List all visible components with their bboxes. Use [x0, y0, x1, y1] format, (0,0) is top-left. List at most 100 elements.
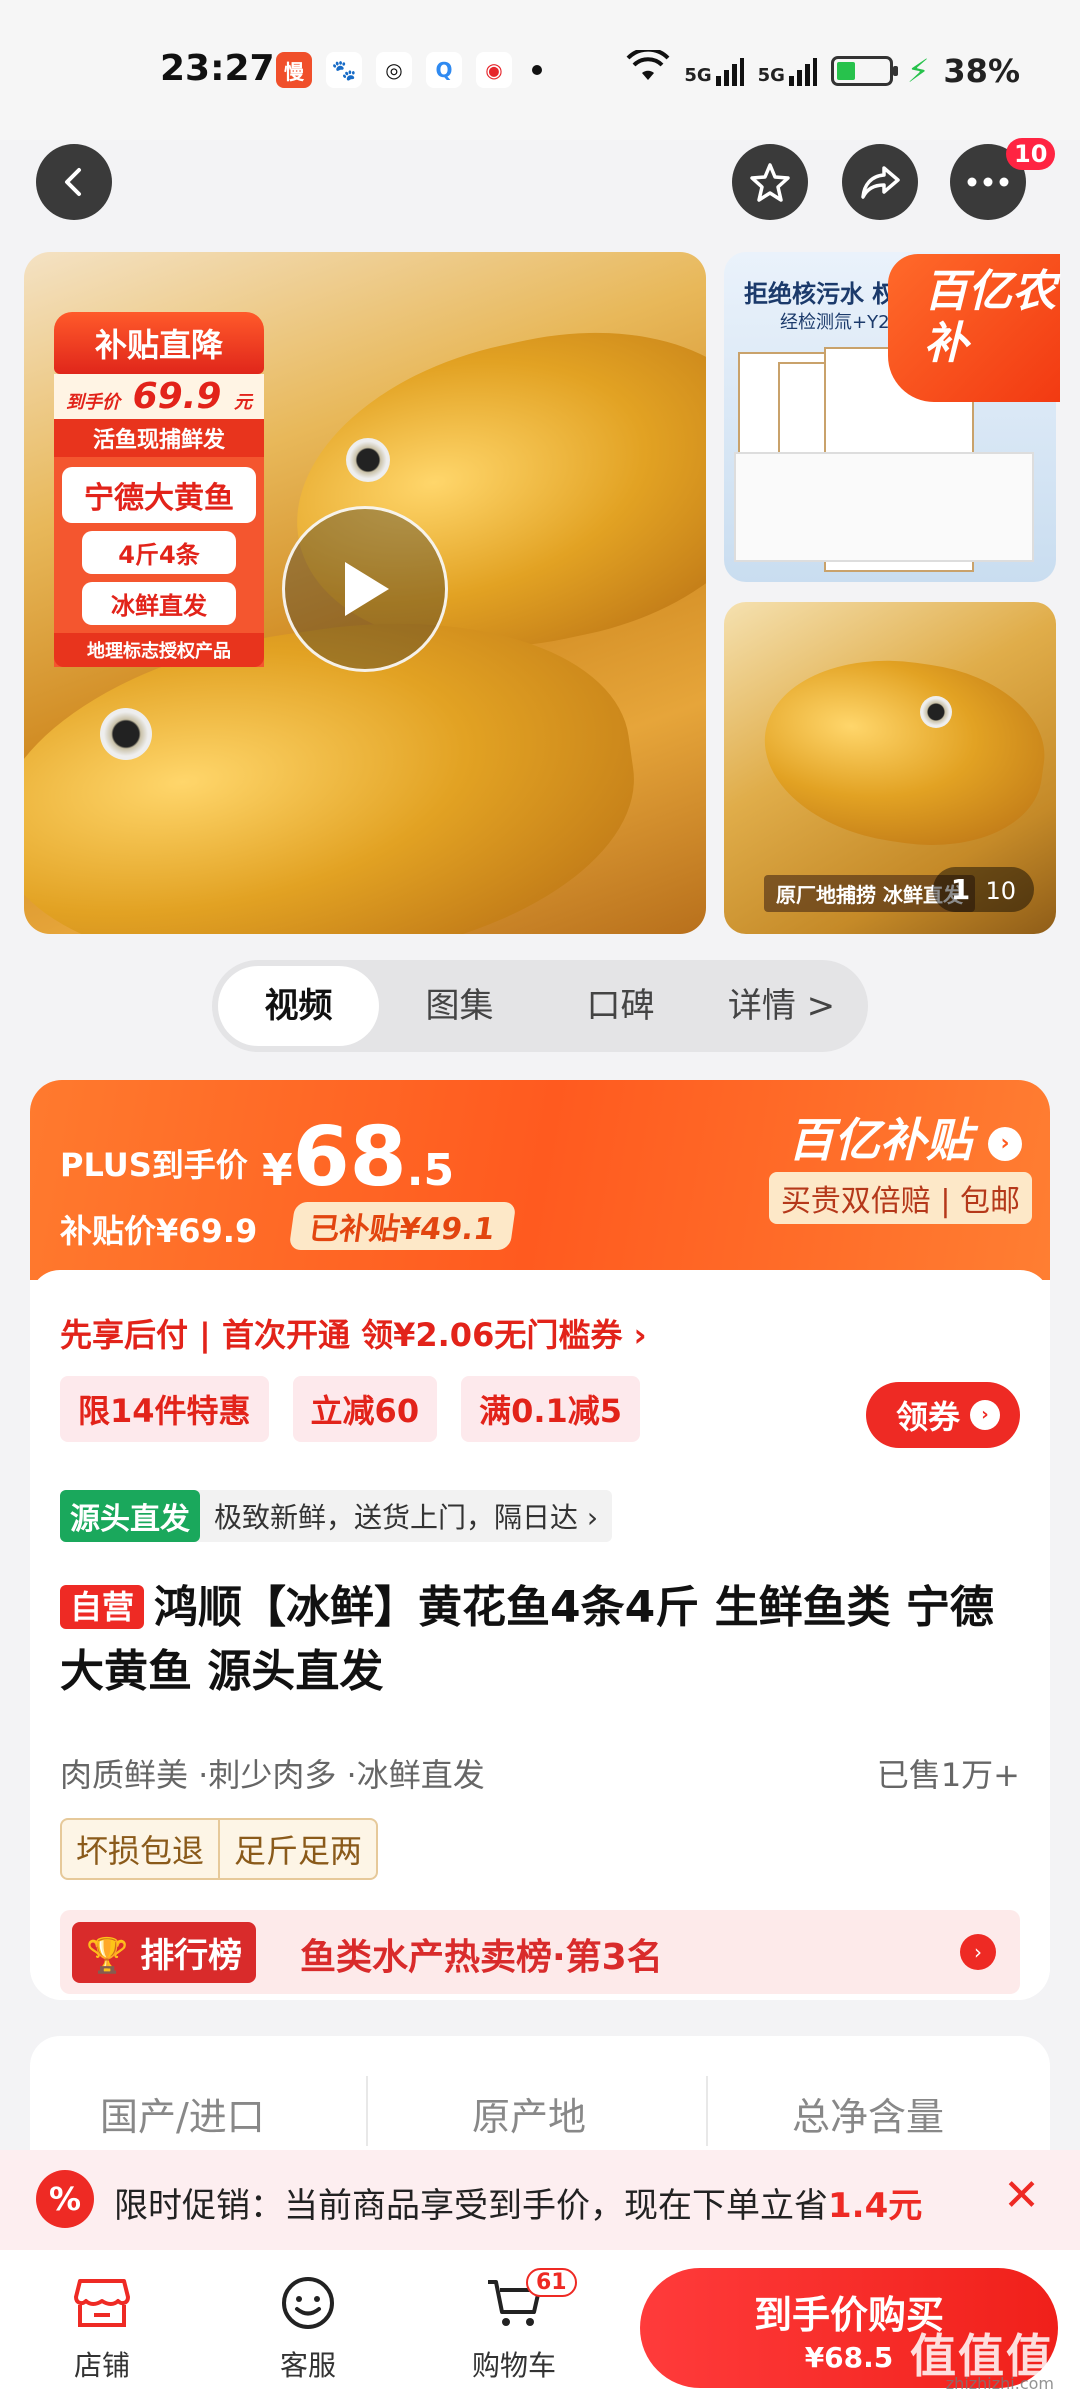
plus-price: ¥68.5 [262, 1110, 455, 1205]
divider [366, 2076, 368, 2146]
promo-pill-weight: 4斤4条 [82, 531, 236, 574]
limited-promo-banner: % 限时促销：当前商品享受到手价，现在下单立省1.4元 ✕ [0, 2150, 1080, 2250]
source-text: 极致新鲜，送货上门，隔日达 › [214, 1501, 599, 1534]
source-direct-row[interactable]: 源头直发 极致新鲜，送货上门，隔日达 › [60, 1490, 613, 1542]
fish-image [752, 643, 1056, 861]
product-thumbnail-fish[interactable]: 原厂地捕捞 冰鲜直发 1 10 [724, 602, 1056, 934]
more-icon [967, 177, 1009, 187]
tab-video[interactable]: 视频 [218, 966, 379, 1046]
store-icon [32, 2272, 172, 2334]
tab-details[interactable]: 详情 > [701, 966, 862, 1046]
spec-origin: 原产地 [472, 2095, 587, 2139]
tab-gallery[interactable]: 图集 [379, 966, 540, 1046]
chevron-right-icon: › [960, 1934, 996, 1970]
star-icon [750, 163, 790, 202]
pay-later-link[interactable]: 先享后付 | 首次开通 领¥2.06无门槛券 › [60, 1310, 647, 1356]
more-badge: 10 [1006, 138, 1056, 170]
media-tabs: 视频 图集 口碑 详情 > [212, 960, 868, 1052]
fish-eye [346, 438, 390, 482]
status-right: 5G 5G ⚡ 38% [626, 47, 1020, 92]
customer-service-button[interactable]: 客服 [238, 2272, 378, 2384]
service-tag-return: 坏损包退 [76, 1832, 205, 1870]
spec-net-weight: 总净含量 [792, 2095, 945, 2139]
heads-up-app-icon: 慢 [276, 52, 312, 88]
trophy-icon: 🏆 [86, 1936, 129, 1976]
cart-count-badge: 61 [526, 2268, 577, 2297]
service-tag-weight: 足斤足两 [218, 1820, 376, 1878]
signal-5g-icon: 5G [684, 56, 744, 86]
ranking-text: 鱼类水产热卖榜·第3名 [300, 1937, 663, 1978]
yiyi-butie-link[interactable]: 百亿补贴 › [788, 1104, 1022, 1170]
yiyi-nongbu-badge: 百亿农补 [888, 254, 1060, 402]
sold-count: 已售1万+ [876, 1756, 1020, 1794]
play-button[interactable] [282, 506, 448, 672]
share-icon [861, 166, 900, 199]
percent-icon: % [36, 2170, 94, 2228]
more-notifications-dot [532, 65, 542, 75]
wifi-icon [626, 47, 670, 92]
back-button[interactable] [36, 144, 112, 220]
notification-icons: 慢 🐾 ◎ Q ◉ [276, 52, 542, 88]
baidu-icon: 🐾 [326, 52, 362, 88]
search-app-icon: Q [426, 52, 462, 88]
fish-eye [920, 696, 952, 728]
product-main-video[interactable]: 补贴直降 到手价 69.9 元 活鱼现捕鲜发 宁德大黄鱼 4斤4条 冰鲜直发 地… [24, 252, 706, 934]
status-time: 23:27 [160, 48, 275, 89]
promo-line: 活鱼现捕鲜发 [54, 419, 264, 457]
promo-head: 补贴直降 [54, 312, 264, 374]
promo-price: 到手价 69.9 元 [54, 374, 264, 419]
promo-pill-fresh: 冰鲜直发 [82, 582, 236, 625]
service-label: 客服 [279, 2349, 336, 2382]
claim-coupon-button[interactable]: 领券 › [865, 1382, 1020, 1448]
cert-subtitle: 经检测氚+Y26 [780, 312, 901, 333]
status-bar: 23:27 慢 🐾 ◎ Q ◉ 5G 5G ⚡ 38% [0, 0, 1080, 140]
divider [706, 2076, 708, 2146]
signal-5g-icon-2: 5G [758, 56, 817, 86]
weibo-icon: ◉ [476, 52, 512, 88]
chevron-right-icon: › [988, 1126, 1022, 1161]
certificate-table [734, 452, 1034, 562]
ranking-bar[interactable]: 🏆 排行榜 鱼类水产热卖榜·第3名 › [60, 1910, 1020, 1994]
chat-icon [238, 2272, 378, 2334]
watermark-url: zhizhizhi.com [945, 2374, 1054, 2393]
product-info-card: PLUS到手价 ¥68.5 补贴价¥69.9 已补贴¥49.1 百亿补贴 › 买… [30, 1080, 1050, 2000]
wechat-icon: ◎ [376, 52, 412, 88]
promo-sticker: 补贴直降 到手价 69.9 元 活鱼现捕鲜发 宁德大黄鱼 4斤4条 冰鲜直发 地… [54, 312, 264, 667]
source-tag: 源头直发 [60, 1490, 200, 1542]
promo-text: 限时促销：当前商品享受到手价，现在下单立省1.4元 [114, 2186, 923, 2226]
price-header: PLUS到手价 ¥68.5 补贴价¥69.9 已补贴¥49.1 百亿补贴 › 买… [30, 1080, 1050, 1280]
product-title: 自营 鸿顺【冰鲜】黄花鱼4条4斤 生鲜鱼类 宁德大黄鱼 源头直发 [60, 1582, 994, 1697]
store-button[interactable]: 店铺 [32, 2272, 172, 2384]
cart-label: 购物车 [471, 2349, 556, 2382]
image-counter: 1 10 [932, 867, 1034, 912]
self-operated-badge: 自营 [60, 1585, 145, 1629]
coupon-limited[interactable]: 限14件特惠 [60, 1376, 269, 1442]
back-icon [65, 168, 81, 196]
share-button[interactable] [842, 144, 918, 220]
coupon-instant[interactable]: 立减60 [292, 1376, 438, 1442]
chevron-right-icon: › [970, 1400, 1000, 1430]
promo-name: 宁德大黄鱼 [62, 467, 256, 523]
product-features: 肉质鲜美 ·刺少肉多 ·冰鲜直发 [60, 1756, 485, 1794]
cart-button[interactable]: 61 购物车 [444, 2268, 584, 2384]
coupon-list: 限14件特惠 立减60 满0.1减5 [60, 1376, 641, 1442]
plus-price-label: PLUS到手价 [60, 1146, 248, 1184]
card-body: 先享后付 | 首次开通 领¥2.06无门槛券 › 限14件特惠 立减60 满0.… [30, 1270, 1050, 2000]
subsidized-amount: 已补贴¥49.1 [288, 1202, 517, 1250]
spec-origin-type: 国产/进口 [100, 2095, 265, 2139]
promo-foot: 地理标志授权产品 [54, 633, 264, 667]
subsidy-price: 补贴价¥69.9 [60, 1212, 258, 1250]
charging-icon: ⚡ [906, 52, 930, 90]
battery-percent: 38% [943, 52, 1020, 90]
coupon-threshold[interactable]: 满0.1减5 [461, 1376, 641, 1442]
fish-eye [100, 708, 152, 760]
play-icon [345, 562, 389, 616]
ranking-label: 🏆 排行榜 [72, 1922, 257, 1983]
guarantee-tag: 买贵双倍赔 | 包邮 [768, 1172, 1032, 1224]
battery-icon [830, 56, 898, 86]
service-tags[interactable]: 坏损包退 足斤足两 [60, 1818, 379, 1880]
tab-reviews[interactable]: 口碑 [540, 966, 701, 1046]
favorite-button[interactable] [732, 144, 808, 220]
close-icon[interactable]: ✕ [1003, 2170, 1040, 2221]
store-label: 店铺 [73, 2349, 130, 2382]
